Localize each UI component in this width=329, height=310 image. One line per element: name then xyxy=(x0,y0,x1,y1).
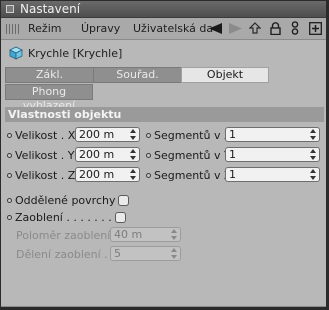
segments-y-field[interactable]: 1 xyxy=(225,147,320,162)
size-x-value: 200 m xyxy=(79,128,115,141)
tab-zakl[interactable]: Zákl. xyxy=(5,67,93,83)
up-arrow-icon[interactable] xyxy=(248,21,262,35)
menu-uzivatelska-data[interactable]: Uživatelská da xyxy=(133,22,213,35)
tab-bar: Zákl. Souřad. Objekt Phong vyhlazení xyxy=(5,67,324,112)
link-icon[interactable] xyxy=(288,21,302,35)
fillet-row: Zaoblení . . . . . . . xyxy=(7,209,126,225)
segments-y-row: Segmentů v Y xyxy=(146,147,231,163)
fillet-label: Zaoblení . . . . . . . xyxy=(15,210,112,224)
animate-bullet-icon[interactable] xyxy=(7,214,12,220)
section-header[interactable]: Vlastnosti objektu xyxy=(5,107,324,122)
animate-bullet-icon[interactable] xyxy=(146,172,151,178)
spinner-icon[interactable] xyxy=(130,149,136,160)
spinner-icon[interactable] xyxy=(310,129,316,140)
segments-x-value: 1 xyxy=(229,128,236,141)
animate-bullet-icon[interactable] xyxy=(146,132,151,138)
drag-handle-icon[interactable] xyxy=(6,24,20,34)
menu-upravy[interactable]: Úpravy xyxy=(81,22,120,35)
segments-y-value: 1 xyxy=(229,148,236,161)
segments-z-value: 1 xyxy=(229,168,236,181)
size-x-label: Velikost . X xyxy=(15,128,76,142)
lock-icon[interactable] xyxy=(268,21,282,35)
back-arrow-icon[interactable] xyxy=(208,21,222,35)
object-name: Krychle [Krychle] xyxy=(28,46,123,60)
animate-bullet-icon[interactable] xyxy=(146,152,151,158)
segments-z-label: Segmentů v Z xyxy=(154,168,232,182)
segments-y-label: Segmentů v Y xyxy=(154,148,231,162)
fillet-radius-field[interactable]: 40 m xyxy=(110,227,181,242)
new-manager-icon[interactable] xyxy=(308,21,322,35)
fillet-radius-row: Poloměr zaoblení xyxy=(16,227,110,243)
spinner-icon[interactable] xyxy=(171,229,177,240)
size-y-value: 200 m xyxy=(79,148,115,161)
size-y-row: Velikost . Y xyxy=(7,147,75,163)
menu-bar: Režim Úpravy Uživatelská da xyxy=(1,18,326,40)
forward-arrow-icon[interactable] xyxy=(228,21,242,35)
spinner-icon[interactable] xyxy=(310,169,316,180)
fillet-subdivision-row: Dělení zaoblení . . xyxy=(16,246,115,262)
window-title: Nastavení xyxy=(20,2,81,16)
attribute-manager-window: Nastavení Režim Úpravy Uživatelská da Kr… xyxy=(0,0,327,308)
object-header: Krychle [Krychle] xyxy=(9,45,122,61)
segments-x-row: Segmentů v X xyxy=(146,127,232,143)
segments-z-row: Segmentů v Z xyxy=(146,167,232,183)
separate-surfaces-row: Oddělené povrchy xyxy=(7,192,130,208)
spinner-icon[interactable] xyxy=(130,129,136,140)
segments-z-field[interactable]: 1 xyxy=(225,167,320,182)
separate-surfaces-checkbox[interactable] xyxy=(118,194,130,206)
cube-icon xyxy=(9,46,23,60)
animate-bullet-icon[interactable] xyxy=(7,132,12,138)
size-z-label: Velikost . Z xyxy=(15,168,76,182)
fillet-subdivision-value: 5 xyxy=(114,247,121,260)
animate-bullet-icon[interactable] xyxy=(7,172,12,178)
fillet-radius-label: Poloměr zaoblení xyxy=(16,228,111,242)
menu-rezim[interactable]: Režim xyxy=(28,22,61,35)
window-bottom-edge xyxy=(1,306,326,307)
size-y-field[interactable]: 200 m xyxy=(75,147,140,162)
segments-x-field[interactable]: 1 xyxy=(225,127,320,142)
tab-sourad[interactable]: Souřad. xyxy=(93,67,181,83)
size-x-field[interactable]: 200 m xyxy=(75,127,140,142)
size-z-row: Velikost . Z xyxy=(7,167,75,183)
window-menu-icon[interactable] xyxy=(6,5,14,13)
separate-surfaces-label: Oddělené povrchy xyxy=(15,193,116,207)
spinner-icon[interactable] xyxy=(130,169,136,180)
size-x-row: Velikost . X xyxy=(7,127,75,143)
size-z-value: 200 m xyxy=(79,168,115,181)
fillet-subdivision-label: Dělení zaoblení . . xyxy=(16,247,115,261)
spinner-icon[interactable] xyxy=(310,149,316,160)
fillet-subdivision-field[interactable]: 5 xyxy=(110,246,181,261)
animate-bullet-icon[interactable] xyxy=(7,197,12,203)
title-bar[interactable]: Nastavení xyxy=(1,1,326,18)
menu-toolbar xyxy=(208,21,322,35)
animate-bullet-icon[interactable] xyxy=(7,152,12,158)
spinner-icon[interactable] xyxy=(171,248,177,259)
tab-objekt[interactable]: Objekt xyxy=(181,67,269,83)
fillet-checkbox[interactable] xyxy=(114,211,126,223)
segments-x-label: Segmentů v X xyxy=(154,128,232,142)
fillet-radius-value: 40 m xyxy=(114,228,143,241)
size-y-label: Velikost . Y xyxy=(15,148,75,162)
tab-phong[interactable]: Phong vyhlazení xyxy=(5,84,93,112)
size-z-field[interactable]: 200 m xyxy=(75,167,140,182)
